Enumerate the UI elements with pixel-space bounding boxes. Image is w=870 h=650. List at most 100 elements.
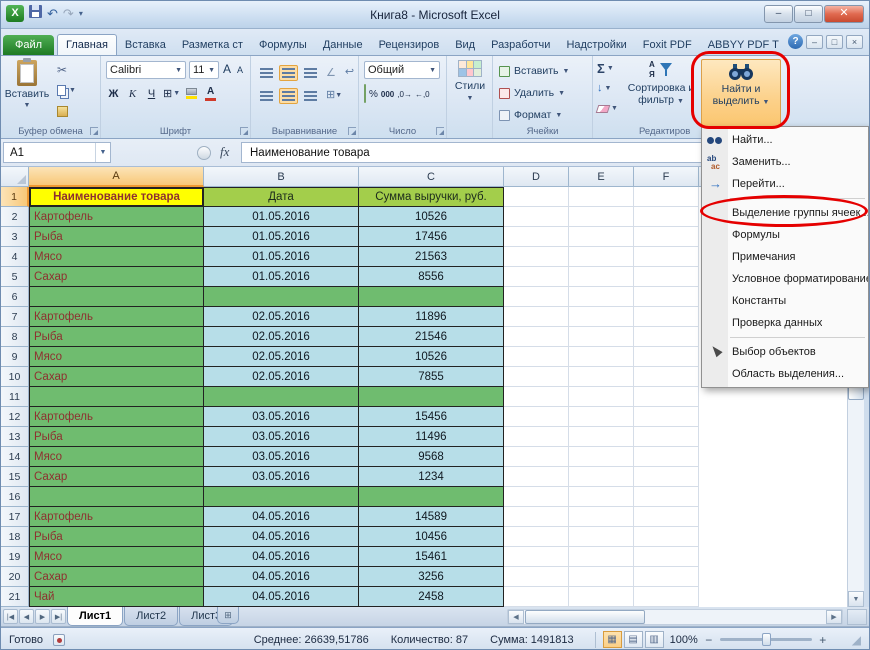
cell-B12[interactable]: 03.05.2016 (204, 407, 359, 427)
cell-F13[interactable] (634, 427, 699, 447)
cell-E16[interactable] (569, 487, 634, 507)
prev-sheet-icon[interactable]: ◀ (19, 609, 34, 624)
row-header-17[interactable]: 17 (1, 507, 29, 527)
cell-B21[interactable]: 04.05.2016 (204, 587, 359, 607)
row-header-9[interactable]: 9 (1, 347, 29, 367)
ribbon-tab-data[interactable]: Данные (315, 35, 371, 55)
cell-A8[interactable]: Рыба (29, 327, 204, 347)
number-format-combo[interactable]: Общий▼ (364, 61, 440, 79)
wrap-text-button[interactable]: ↩ (342, 64, 357, 81)
cell-C18[interactable]: 10456 (359, 527, 504, 547)
cell-B18[interactable]: 04.05.2016 (204, 527, 359, 547)
cell-E8[interactable] (569, 327, 634, 347)
cell-B13[interactable]: 03.05.2016 (204, 427, 359, 447)
ribbon-tab-developer[interactable]: Разработчи (483, 35, 558, 55)
cell-F4[interactable] (634, 247, 699, 267)
excel-logo-icon[interactable]: X (6, 5, 24, 22)
cell-D5[interactable] (504, 267, 569, 287)
zoom-slider[interactable]: − + (704, 633, 828, 647)
maximize-button[interactable]: □ (794, 5, 823, 23)
cell-A12[interactable]: Картофель (29, 407, 204, 427)
cell-E10[interactable] (569, 367, 634, 387)
cell-E19[interactable] (569, 547, 634, 567)
cell-B17[interactable]: 04.05.2016 (204, 507, 359, 527)
cell-F1[interactable] (634, 187, 699, 207)
cell-A11[interactable] (29, 387, 204, 407)
first-sheet-icon[interactable]: |◀ (3, 609, 18, 624)
align-top-button[interactable] (257, 65, 276, 81)
align-left-button[interactable] (257, 88, 276, 104)
row-header-6[interactable]: 6 (1, 287, 29, 307)
column-header-D[interactable]: D (504, 167, 569, 187)
cell-B14[interactable]: 03.05.2016 (204, 447, 359, 467)
cell-C15[interactable]: 1234 (359, 467, 504, 487)
cell-D12[interactable] (504, 407, 569, 427)
row-header-15[interactable]: 15 (1, 467, 29, 487)
fill-color-button[interactable] (184, 85, 199, 102)
cell-C7[interactable]: 11896 (359, 307, 504, 327)
cell-A21[interactable]: Чай (29, 587, 204, 607)
cell-F5[interactable] (634, 267, 699, 287)
cell-C8[interactable]: 21546 (359, 327, 504, 347)
cell-B2[interactable]: 01.05.2016 (204, 207, 359, 227)
ribbon-tab-formulas[interactable]: Формулы (251, 35, 315, 55)
font-color-button[interactable]: А (203, 85, 218, 102)
scroll-right-icon[interactable]: ▶ (826, 610, 842, 624)
ribbon-tab-file[interactable]: Файл (3, 35, 54, 55)
cell-C2[interactable]: 10526 (359, 207, 504, 227)
cell-C9[interactable]: 10526 (359, 347, 504, 367)
row-header-2[interactable]: 2 (1, 207, 29, 227)
sheet-tab-sheet1[interactable]: Лист1 (67, 607, 123, 626)
increase-decimal-button[interactable]: ,0→ (397, 90, 412, 99)
row-header-4[interactable]: 4 (1, 247, 29, 267)
cell-C17[interactable]: 14589 (359, 507, 504, 527)
cell-D18[interactable] (504, 527, 569, 547)
cell-F7[interactable] (634, 307, 699, 327)
paste-button[interactable]: Вставить ▼ (5, 59, 49, 125)
delete-cells-button[interactable]: Удалить▼ (499, 85, 565, 101)
ribbon-tab-page-layout[interactable]: Разметка ст (174, 35, 251, 55)
cell-C6[interactable] (359, 287, 504, 307)
menu-item-replace[interactable]: Заменить... (702, 151, 868, 173)
cell-B11[interactable] (204, 387, 359, 407)
cell-B3[interactable]: 01.05.2016 (204, 227, 359, 247)
decrease-decimal-button[interactable]: ←,0 (415, 90, 430, 99)
save-icon[interactable] (29, 5, 42, 22)
cell-A1[interactable]: Наименование товара (29, 187, 204, 207)
cell-F3[interactable] (634, 227, 699, 247)
cell-E2[interactable] (569, 207, 634, 227)
font-size-combo[interactable]: 11▼ (189, 61, 219, 79)
cell-B15[interactable]: 03.05.2016 (204, 467, 359, 487)
menu-item-goto[interactable]: Перейти... (702, 173, 868, 195)
orientation-button[interactable]: ∠ (323, 63, 339, 82)
thousands-format-button[interactable]: 000 (381, 90, 394, 99)
menu-item-conditional-formatting[interactable]: Условное форматирование (702, 268, 868, 290)
cell-D11[interactable] (504, 387, 569, 407)
dialog-launcher-icon[interactable] (348, 127, 356, 135)
cell-A5[interactable]: Сахар (29, 267, 204, 287)
cell-B10[interactable]: 02.05.2016 (204, 367, 359, 387)
cell-E15[interactable] (569, 467, 634, 487)
workbook-close-icon[interactable]: × (846, 35, 863, 49)
font-name-combo[interactable]: Calibri▼ (106, 61, 186, 79)
scroll-down-icon[interactable]: ▼ (848, 591, 864, 607)
ribbon-tab-review[interactable]: Рецензиров (371, 35, 448, 55)
row-header-10[interactable]: 10 (1, 367, 29, 387)
cell-D3[interactable] (504, 227, 569, 247)
align-right-button[interactable] (301, 88, 320, 104)
qat-customize-icon[interactable]: ▾ (79, 9, 83, 18)
redo-icon[interactable]: ↷ (63, 6, 74, 22)
column-header-F[interactable]: F (634, 167, 699, 187)
cell-E21[interactable] (569, 587, 634, 607)
cell-E12[interactable] (569, 407, 634, 427)
fx-button[interactable]: fx (220, 144, 229, 160)
grow-font-button[interactable]: А (223, 62, 231, 76)
find-select-button[interactable]: Найти и выделить ▼ (701, 59, 781, 127)
cell-D15[interactable] (504, 467, 569, 487)
menu-item-find[interactable]: Найти... (702, 129, 868, 151)
fill-button[interactable]: ↓▼ (597, 82, 618, 95)
ribbon-tab-add-ins[interactable]: Надстройки (558, 35, 634, 55)
cell-D6[interactable] (504, 287, 569, 307)
menu-item-constants[interactable]: Константы (702, 290, 868, 312)
cell-E13[interactable] (569, 427, 634, 447)
